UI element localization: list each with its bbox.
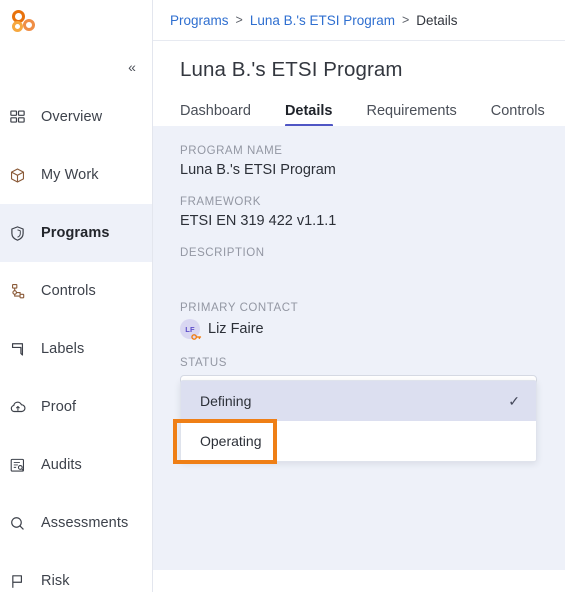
sidebar-item-label: Risk [41, 573, 70, 589]
field-value: ETSI EN 319 422 v1.1.1 [180, 213, 337, 229]
bookmark-icon [9, 338, 35, 360]
main-area: Programs > Luna B.'s ETSI Program > Deta… [153, 0, 574, 592]
collapse-row: « [0, 46, 152, 88]
sidebar-item-risk[interactable]: Risk [0, 552, 152, 610]
tab-requirements[interactable]: Requirements [367, 103, 457, 126]
key-icon [191, 332, 202, 342]
status-option-label: Operating [200, 433, 262, 449]
document-search-icon [9, 454, 35, 476]
contact-chip[interactable]: LF Liz Faire [180, 319, 574, 342]
box-icon [9, 164, 35, 186]
breadcrumb-item-program[interactable]: Luna B.'s ETSI Program [250, 13, 395, 28]
sidebar-item-label: Assessments [41, 515, 129, 531]
field-description: DESCRIPTION [180, 247, 574, 284]
field-framework: FRAMEWORK ETSI EN 319 422 v1.1.1 [180, 196, 574, 229]
field-label: FRAMEWORK [180, 196, 261, 208]
collapse-sidebar-button[interactable]: « [123, 58, 141, 76]
breadcrumb-separator: > [235, 13, 243, 27]
sidebar: « Overview My Work Programs Controls Lab… [0, 0, 153, 592]
field-value [180, 264, 574, 284]
field-label: DESCRIPTION [180, 247, 265, 259]
grid-icon [9, 106, 35, 128]
sidebar-item-label: Overview [41, 109, 103, 125]
sidebar-item-programs[interactable]: Programs [0, 204, 152, 262]
sitemap-icon [9, 280, 35, 302]
status-dropdown-menu: Defining ✓ Operating [173, 380, 537, 464]
breadcrumb-item-details: Details [416, 12, 458, 28]
sidebar-item-controls[interactable]: Controls [0, 262, 152, 320]
contact-name: Liz Faire [208, 321, 264, 337]
sidebar-item-label: Labels [41, 341, 85, 357]
check-icon: ✓ [508, 393, 520, 409]
status-option-defining[interactable]: Defining ✓ [181, 381, 536, 421]
field-label: STATUS [180, 357, 227, 369]
sidebar-item-overview[interactable]: Overview [0, 88, 152, 146]
sidebar-nav: Overview My Work Programs Controls Label… [0, 88, 152, 610]
breadcrumb-item-programs[interactable]: Programs [170, 13, 229, 28]
tab-details[interactable]: Details [284, 103, 333, 127]
sidebar-item-proof[interactable]: Proof [0, 378, 152, 436]
page-title: Luna B.'s ETSI Program [180, 58, 403, 81]
logo-area [0, 0, 152, 46]
sidebar-item-assessments[interactable]: Assessments [0, 494, 152, 552]
sidebar-item-audits[interactable]: Audits [0, 436, 152, 494]
status-option-operating[interactable]: Operating [173, 419, 536, 464]
avatar: LF [180, 319, 202, 342]
three-rings-logo[interactable] [9, 10, 37, 36]
right-gutter [565, 0, 574, 592]
search-icon [9, 512, 35, 534]
flag-icon [9, 570, 35, 592]
page-header: Luna B.'s ETSI Program Dashboard Details… [153, 40, 574, 127]
sidebar-item-labels[interactable]: Labels [0, 320, 152, 378]
tab-bar: Dashboard Details Requirements Controls [180, 96, 574, 127]
field-label: PROGRAM NAME [180, 145, 283, 157]
breadcrumb-separator: > [401, 13, 410, 27]
sidebar-item-my-work[interactable]: My Work [0, 146, 152, 204]
field-value: Luna B.'s ETSI Program [180, 162, 336, 178]
sidebar-item-label: My Work [41, 167, 99, 183]
breadcrumb: Programs > Luna B.'s ETSI Program > Deta… [153, 0, 574, 40]
sidebar-item-label: Audits [41, 457, 82, 473]
app-root: « Overview My Work Programs Controls Lab… [0, 0, 574, 592]
sidebar-item-label: Controls [41, 283, 96, 299]
field-label: PRIMARY CONTACT [180, 302, 299, 314]
field-primary-contact: PRIMARY CONTACT LF Liz Faire [180, 302, 574, 342]
sidebar-item-label: Programs [41, 225, 110, 241]
tab-controls[interactable]: Controls [491, 103, 545, 126]
details-panel: PROGRAM NAME Luna B.'s ETSI Program FRAM… [153, 126, 574, 570]
status-option-label: Defining [200, 393, 252, 409]
tab-dashboard[interactable]: Dashboard [180, 103, 251, 126]
cloud-upload-icon [9, 396, 35, 418]
sidebar-item-label: Proof [41, 399, 77, 415]
field-program-name: PROGRAM NAME Luna B.'s ETSI Program [180, 145, 574, 178]
shield-icon [9, 222, 35, 244]
